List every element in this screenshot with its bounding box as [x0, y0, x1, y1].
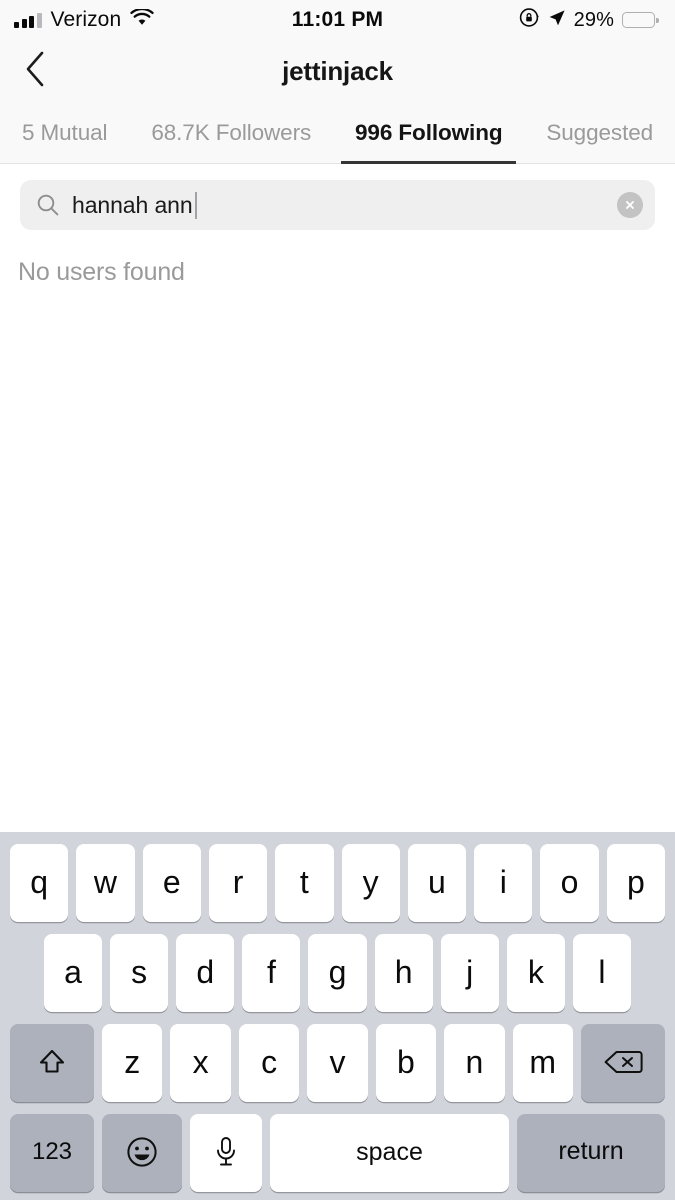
shift-arrow-icon	[35, 1045, 69, 1079]
key-m[interactable]: m	[512, 1024, 573, 1102]
tab-following-label: 996 Following	[355, 119, 503, 145]
rotation-lock-icon	[519, 7, 540, 33]
carrier-label: Verizon	[50, 8, 122, 31]
search-text: hannah ann	[72, 191, 193, 218]
empty-state-message: No users found	[18, 258, 185, 286]
key-w[interactable]: w	[76, 844, 135, 922]
clear-search-button[interactable]	[617, 192, 643, 218]
key-q[interactable]: q	[10, 844, 69, 922]
key-a[interactable]: a	[44, 934, 103, 1012]
key-z[interactable]: z	[102, 1024, 163, 1102]
key-i[interactable]: i	[474, 844, 533, 922]
page-title: jettinjack	[282, 55, 393, 86]
search-input-value: hannah ann	[72, 191, 617, 219]
search-input[interactable]: hannah ann	[20, 180, 655, 230]
tab-followers[interactable]: 68.7K Followers	[129, 102, 333, 163]
backspace-key[interactable]	[580, 1024, 665, 1102]
emoji-key[interactable]	[102, 1114, 182, 1192]
key-c[interactable]: c	[238, 1024, 300, 1102]
navigation-bar: jettinjack	[0, 40, 675, 102]
keyboard-row-1: q w e r t y u i o p	[3, 844, 672, 922]
tab-mutual-label: 5 Mutual	[21, 119, 108, 145]
key-x[interactable]: x	[170, 1024, 231, 1102]
key-s[interactable]: s	[110, 934, 169, 1012]
tab-followers-label: 68.7K Followers	[151, 119, 312, 145]
app-screen: Verizon 11:01 PM 29% jettinjack 5 Mutual…	[0, 0, 675, 1200]
keyboard-row-3: z x c v b n m	[3, 1024, 672, 1102]
key-g[interactable]: g	[308, 934, 367, 1012]
key-p[interactable]: p	[606, 844, 665, 922]
key-l[interactable]: l	[572, 934, 631, 1012]
key-h[interactable]: h	[374, 934, 433, 1012]
search-container: hannah ann	[0, 164, 675, 230]
key-n[interactable]: n	[444, 1024, 505, 1102]
tab-following[interactable]: 996 Following	[333, 102, 524, 164]
onscreen-keyboard: q w e r t y u i o p a s d f g h j k l z …	[0, 832, 675, 1200]
tab-suggested[interactable]: Suggested	[524, 102, 675, 163]
keyboard-row-2: a s d f g h j k l	[3, 934, 672, 1012]
key-d[interactable]: d	[176, 934, 235, 1012]
keyboard-row-4: 123 space return	[3, 1114, 672, 1192]
key-j[interactable]: j	[440, 934, 499, 1012]
tab-suggested-label: Suggested	[546, 119, 654, 145]
numbers-key[interactable]: 123	[10, 1114, 94, 1192]
location-arrow-icon	[548, 9, 566, 32]
key-t[interactable]: t	[275, 844, 334, 922]
status-bar-right: 29%	[519, 7, 659, 33]
content-area: hannah ann No users found	[0, 164, 675, 832]
shift-key[interactable]	[10, 1024, 95, 1102]
key-v[interactable]: v	[307, 1024, 368, 1102]
key-b[interactable]: b	[375, 1024, 437, 1102]
signal-bars-icon	[14, 12, 42, 28]
tab-mutual[interactable]: 5 Mutual	[0, 102, 129, 163]
emoji-smiley-icon	[124, 1134, 160, 1170]
key-y[interactable]: y	[341, 844, 400, 922]
back-button[interactable]	[0, 40, 64, 102]
microphone-icon	[211, 1135, 241, 1169]
back-chevron-icon	[24, 50, 46, 93]
key-f[interactable]: f	[242, 934, 301, 1012]
key-o[interactable]: o	[540, 844, 599, 922]
battery-icon	[622, 12, 659, 28]
space-key[interactable]: space	[270, 1114, 509, 1192]
dictation-key[interactable]	[190, 1114, 262, 1192]
wifi-icon	[130, 7, 154, 31]
status-bar: Verizon 11:01 PM 29%	[0, 0, 675, 40]
return-key[interactable]: return	[517, 1114, 665, 1192]
key-u[interactable]: u	[407, 844, 467, 922]
battery-percent-label: 29%	[573, 8, 614, 31]
backspace-icon	[603, 1047, 643, 1077]
key-r[interactable]: r	[208, 844, 268, 922]
key-e[interactable]: e	[142, 844, 201, 922]
text-cursor	[194, 191, 197, 219]
tab-bar: 5 Mutual 68.7K Followers 996 Following S…	[0, 102, 675, 164]
key-k[interactable]: k	[506, 934, 565, 1012]
status-bar-left: Verizon	[14, 7, 154, 32]
search-icon	[36, 193, 60, 217]
